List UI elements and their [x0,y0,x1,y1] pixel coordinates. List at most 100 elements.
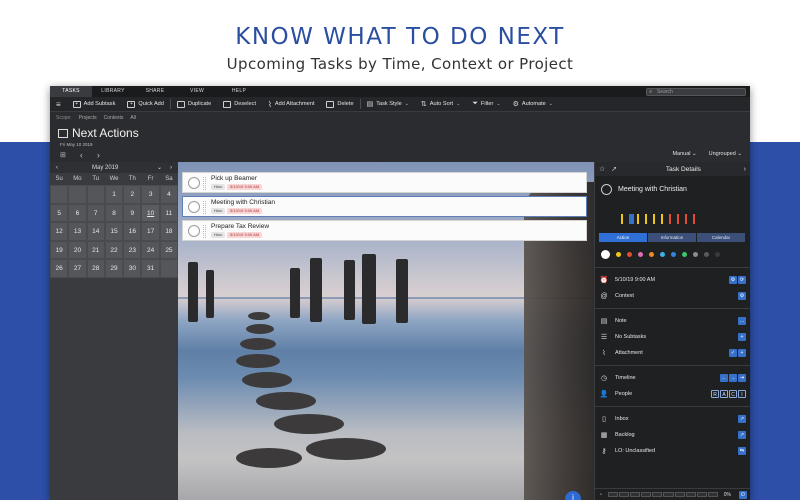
deselect-button[interactable]: Deselect [217,97,262,112]
delete-button[interactable]: Delete [320,97,359,112]
calendar-day[interactable]: 13 [68,222,87,241]
sort-mode-select[interactable]: Manual ⌄ [672,151,696,157]
label-color-option[interactable] [601,250,610,259]
calendar-day[interactable]: 2 [123,185,142,204]
calendar-day[interactable]: 22 [104,240,124,259]
task-checkbox[interactable] [601,183,612,195]
calendar-day[interactable]: 20 [68,240,87,259]
calendar-day[interactable]: 3 [141,185,160,204]
inbox-row[interactable]: ▯ Inbox ↗ [595,411,750,427]
settings-icon[interactable]: ⚙ [738,292,746,300]
duplicate-button[interactable]: Duplicate [171,97,217,112]
label-color-option[interactable] [627,252,632,257]
chevron-right-icon[interactable]: › [170,165,172,171]
calendar-day[interactable]: 15 [104,222,124,241]
calendar-day[interactable]: 21 [86,240,105,259]
calendar-day[interactable]: 1 [104,185,124,204]
search-input[interactable]: ⌕ Search [646,88,746,96]
tab-help[interactable]: HELP [218,86,260,97]
grid-icon[interactable]: ⊞ [60,151,66,159]
priority-option[interactable] [677,214,682,224]
check-icon[interactable]: ✓ [729,349,737,357]
scope-all[interactable]: All [130,115,136,121]
progress-bar[interactable] [608,492,718,497]
note-row[interactable]: ▤ Note … [595,313,750,329]
chevron-down-icon[interactable]: ⌄ [157,164,162,171]
drag-handle-icon[interactable] [203,201,206,214]
priority-option[interactable] [621,214,626,224]
calendar-day[interactable]: 19 [50,240,69,259]
arrow-left-icon[interactable]: ← [720,374,728,382]
task-checkbox[interactable] [188,177,200,189]
chevron-right-icon[interactable]: › [744,166,746,173]
details-task-title[interactable]: Meeting with Christian [618,186,687,193]
role-r-button[interactable]: R [711,390,719,398]
drag-handle-icon[interactable] [203,177,206,190]
label-color-option[interactable] [671,252,676,257]
segment-information[interactable]: Information [648,233,697,242]
label-color-option[interactable] [682,252,687,257]
calendar-day[interactable]: 7 [86,203,105,222]
calendar-day[interactable]: 23 [123,240,142,259]
attachment-row[interactable]: ⌇ Attachment ✓ + [595,345,750,361]
calendar-day[interactable]: 31 [141,259,160,278]
calendar-day[interactable]: 12 [50,222,69,241]
star-icon[interactable]: ☆ [599,165,605,173]
calendar-day[interactable]: 28 [86,259,105,278]
calendar-day[interactable]: 9 [123,203,142,222]
label-color-option[interactable] [638,252,643,257]
priority-option[interactable] [661,214,666,224]
tab-view[interactable]: VIEW [176,86,218,97]
due-date-row[interactable]: ⏰ 5/10/19 9:00 AM ⚙ ⟳ [595,272,750,288]
calendar-day[interactable]: 11 [159,203,179,222]
calendar-day[interactable]: 6 [68,203,87,222]
priority-option[interactable] [669,214,674,224]
calendar-day[interactable]: 8 [104,203,124,222]
role-c-button[interactable]: C [729,390,737,398]
chevron-left-icon[interactable]: ‹ [80,150,83,160]
move-icon[interactable]: ↗ [738,415,746,423]
segment-action[interactable]: Action [599,233,648,242]
group-mode-select[interactable]: Ungrouped ⌄ [709,151,742,157]
label-color-option[interactable] [649,252,654,257]
label-color-option[interactable] [616,252,621,257]
context-row[interactable]: @ Context ⚙ [595,288,750,304]
arrow-right-icon[interactable]: → [729,374,737,382]
arrow-right-end-icon[interactable]: ⇥ [738,374,746,382]
scope-projects[interactable]: Projects [79,115,97,121]
tab-tasks[interactable]: TASKS [50,86,92,97]
calendar-day[interactable]: 17 [141,222,160,241]
priority-option[interactable] [685,214,690,224]
calendar-day[interactable]: 18 [159,222,179,241]
role-a-button[interactable]: A [720,390,728,398]
help-button[interactable]: i [565,491,581,500]
subtasks-row[interactable]: ☰ No Subtasks + [595,329,750,345]
add-icon[interactable]: + [738,333,746,341]
add-icon[interactable]: + [738,349,746,357]
calendar-day[interactable]: 29 [104,259,124,278]
power-icon[interactable]: ⏻ [739,490,747,499]
calendar-day[interactable]: 26 [50,259,69,278]
add-subtask-button[interactable]: + Add Subtask [67,97,122,112]
calendar-day[interactable]: 27 [68,259,87,278]
segment-calendar[interactable]: Calendar [697,233,746,242]
label-color-option[interactable] [715,252,720,257]
lo-row[interactable]: ⚷ LO: Unclassified ⇆ [595,443,750,459]
filter-button[interactable]: ⏷ Filter ⌄ [466,97,506,112]
swap-icon[interactable]: ⇆ [738,447,746,455]
calendar-day[interactable]: 16 [123,222,142,241]
hamburger-menu-button[interactable]: ≡ [50,97,67,112]
priority-option[interactable] [629,214,634,224]
edit-icon[interactable]: … [738,317,746,325]
task-row[interactable]: Prepare Tax Review Hiox 5/10/19 9:00 AM [182,220,587,241]
label-color-option[interactable] [660,252,665,257]
people-row[interactable]: 👤 People R A C I [595,386,750,402]
priority-option[interactable] [637,214,642,224]
backlog-row[interactable]: ▦ Backlog ↗ [595,427,750,443]
settings-icon[interactable]: ⚙ [729,276,737,284]
task-checkbox[interactable] [188,225,200,237]
task-checkbox[interactable] [188,201,200,213]
calendar-day[interactable]: 4 [159,185,179,204]
calendar-day[interactable]: 24 [141,240,160,259]
role-i-button[interactable]: I [738,390,746,398]
